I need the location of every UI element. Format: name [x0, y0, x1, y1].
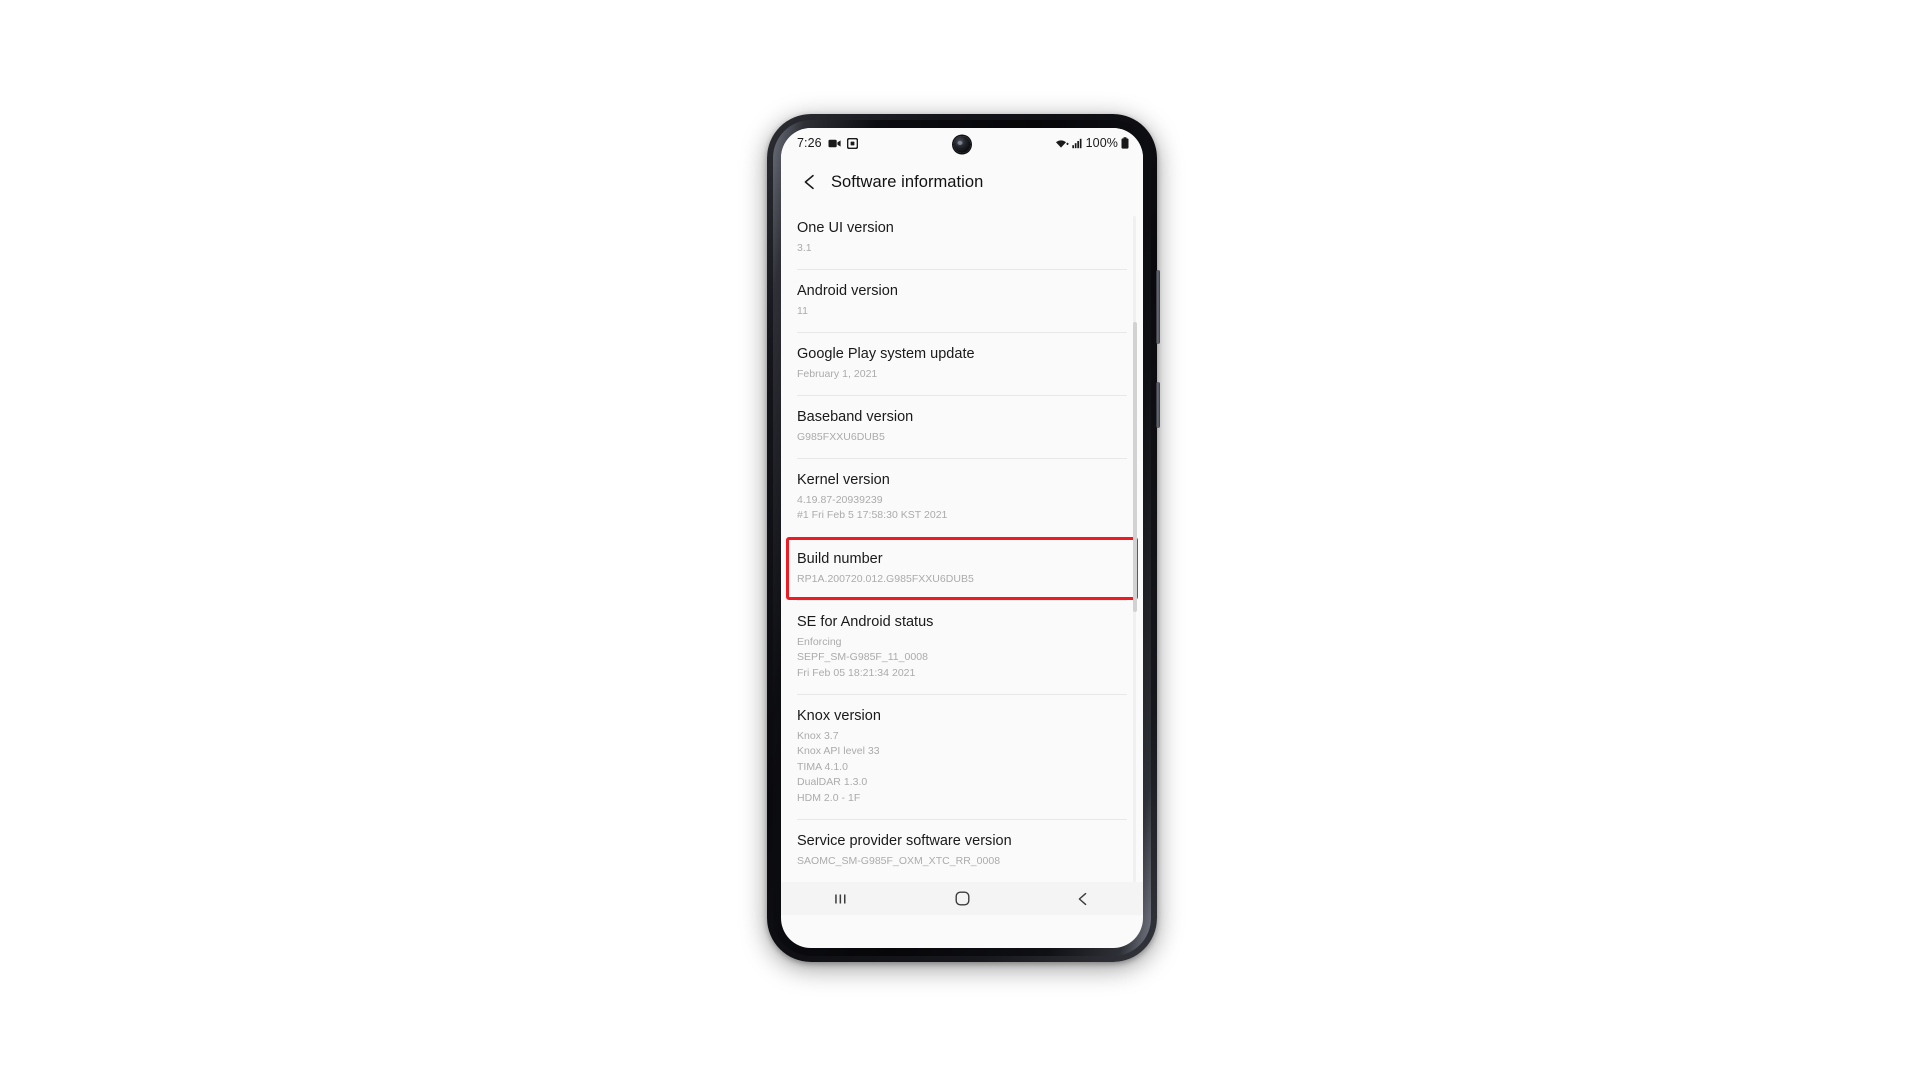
list-item-subtitle-line: Knox API level 33	[797, 745, 880, 758]
list-item-subtitle-line: G985FXXU6DUB5	[797, 430, 885, 443]
list-item-subtitle-line: RP1A.200720.012.G985FXXU6DUB5	[797, 572, 974, 585]
recents-icon[interactable]	[781, 882, 902, 915]
list-item-title: Google Play system update	[797, 346, 975, 363]
list-item-subtitle-line: Knox 3.7	[797, 729, 839, 742]
list-item-subtitle-line: February 1, 2021	[797, 367, 878, 380]
screen-recorder-icon	[846, 137, 858, 149]
list-item-subtitle-line: 3.1	[797, 241, 812, 254]
list-item-title: Baseband version	[797, 409, 914, 426]
list-item-subtitle-line: Fri Feb 05 18:21:34 2021	[797, 666, 916, 679]
navigation-bar	[781, 882, 1143, 915]
wifi-icon	[1055, 138, 1069, 149]
status-bar-left-group: 7:26	[797, 137, 858, 150]
list-item-build-number[interactable]: Build number RP1A.200720.012.G985FXXU6DUB…	[781, 537, 1143, 601]
volume-button[interactable]	[1156, 270, 1160, 344]
list-item-se-for-android-status[interactable]: SE for Android status Enforcing SEPF_SM-G9…	[781, 600, 1143, 694]
phone-device-frame: 7:26 100% Software information One UI ve…	[767, 114, 1160, 962]
back-icon[interactable]	[1022, 882, 1143, 915]
list-item-subtitle-line: HDM 2.0 - 1F	[797, 791, 861, 804]
list-item-subtitle-line: 11	[797, 304, 808, 317]
status-bar-right-group: 100%	[1055, 137, 1129, 150]
settings-list[interactable]: One UI version 3.1 Android version 11 Google…	[781, 206, 1143, 915]
list-item-subtitle: February 1, 2021	[797, 367, 1119, 383]
list-item-subtitle-line: #1 Fri Feb 5 17:58:30 KST 2021	[797, 509, 948, 522]
front-camera-icon	[953, 136, 971, 153]
signal-bars-icon	[1071, 138, 1083, 149]
chevron-left-icon[interactable]	[797, 169, 823, 195]
list-item-subtitle-line: SAOMC_SM-G985F_OXM_XTC_RR_0008	[797, 855, 1001, 868]
list-item-title: Service provider software version	[797, 833, 1012, 850]
list-item-baseband-version[interactable]: Baseband version G985FXXU6DUB5	[781, 395, 1143, 458]
camera-lens-glint	[957, 140, 963, 145]
status-bar-clock: 7:26	[797, 135, 822, 150]
list-item-subtitle-line: DualDAR 1.3.0	[797, 776, 868, 789]
home-icon[interactable]	[902, 882, 1023, 915]
list-item-subtitle-line: Enforcing	[797, 635, 842, 648]
battery-percent-label: 100%	[1085, 135, 1118, 150]
list-item-subtitle: SAOMC_SM-G985F_OXM_XTC_RR_0008	[797, 854, 1119, 870]
list-item-subtitle-line: 4.19.87-20939239	[797, 493, 883, 506]
app-bar: Software information	[781, 158, 1143, 206]
list-item-kernel-version[interactable]: Kernel version 4.19.87-20939239 #1 Fri Feb…	[781, 458, 1143, 537]
battery-full-icon	[1121, 137, 1129, 149]
list-item-service-provider-software-version[interactable]: Service provider software version SAOMC_S…	[781, 819, 1143, 882]
list-item-subtitle: 3.1	[797, 241, 1119, 257]
list-item-android-version[interactable]: Android version 11	[781, 269, 1143, 332]
list-item-subtitle: G985FXXU6DUB5	[797, 430, 1119, 446]
list-item-title: One UI version	[797, 220, 894, 236]
scrollbar-thumb[interactable]	[1133, 322, 1137, 612]
list-item-title: Kernel version	[797, 472, 890, 489]
list-item-subtitle-line: TIMA 4.1.0	[797, 760, 848, 773]
list-item-subtitle: 4.19.87-20939239 #1 Fri Feb 5 17:58:30 KS…	[797, 493, 1119, 524]
list-item-subtitle: Enforcing SEPF_SM-G985F_11_0008 Fri Feb 05…	[797, 635, 1119, 682]
list-item-one-ui-version[interactable]: One UI version 3.1	[781, 206, 1143, 269]
list-item-subtitle: 11	[797, 304, 1119, 320]
list-item-title: Android version	[797, 283, 898, 300]
page-title: Software information	[831, 172, 984, 191]
list-item-title: Build number	[797, 551, 883, 567]
power-button[interactable]	[1156, 382, 1160, 428]
list-item-subtitle: RP1A.200720.012.G985FXXU6DUB5	[797, 572, 1119, 588]
content-area: One UI version 3.1 Android version 11 Google…	[781, 206, 1143, 915]
list-item-title: Knox version	[797, 708, 881, 725]
list-item-subtitle: Knox 3.7 Knox API level 33 TIMA 4.1.0 DualD…	[797, 729, 1119, 807]
list-item-title: SE for Android status	[797, 614, 934, 631]
video-camera-icon	[828, 138, 841, 149]
list-item-google-play-system-update[interactable]: Google Play system update February 1, 202…	[781, 332, 1143, 395]
list-item-subtitle-line: SEPF_SM-G985F_11_0008	[797, 651, 928, 664]
phone-screen: 7:26 100% Software information One UI ve…	[781, 128, 1143, 948]
list-item-knox-version[interactable]: Knox version Knox 3.7 Knox API level 33 TIM…	[781, 694, 1143, 819]
